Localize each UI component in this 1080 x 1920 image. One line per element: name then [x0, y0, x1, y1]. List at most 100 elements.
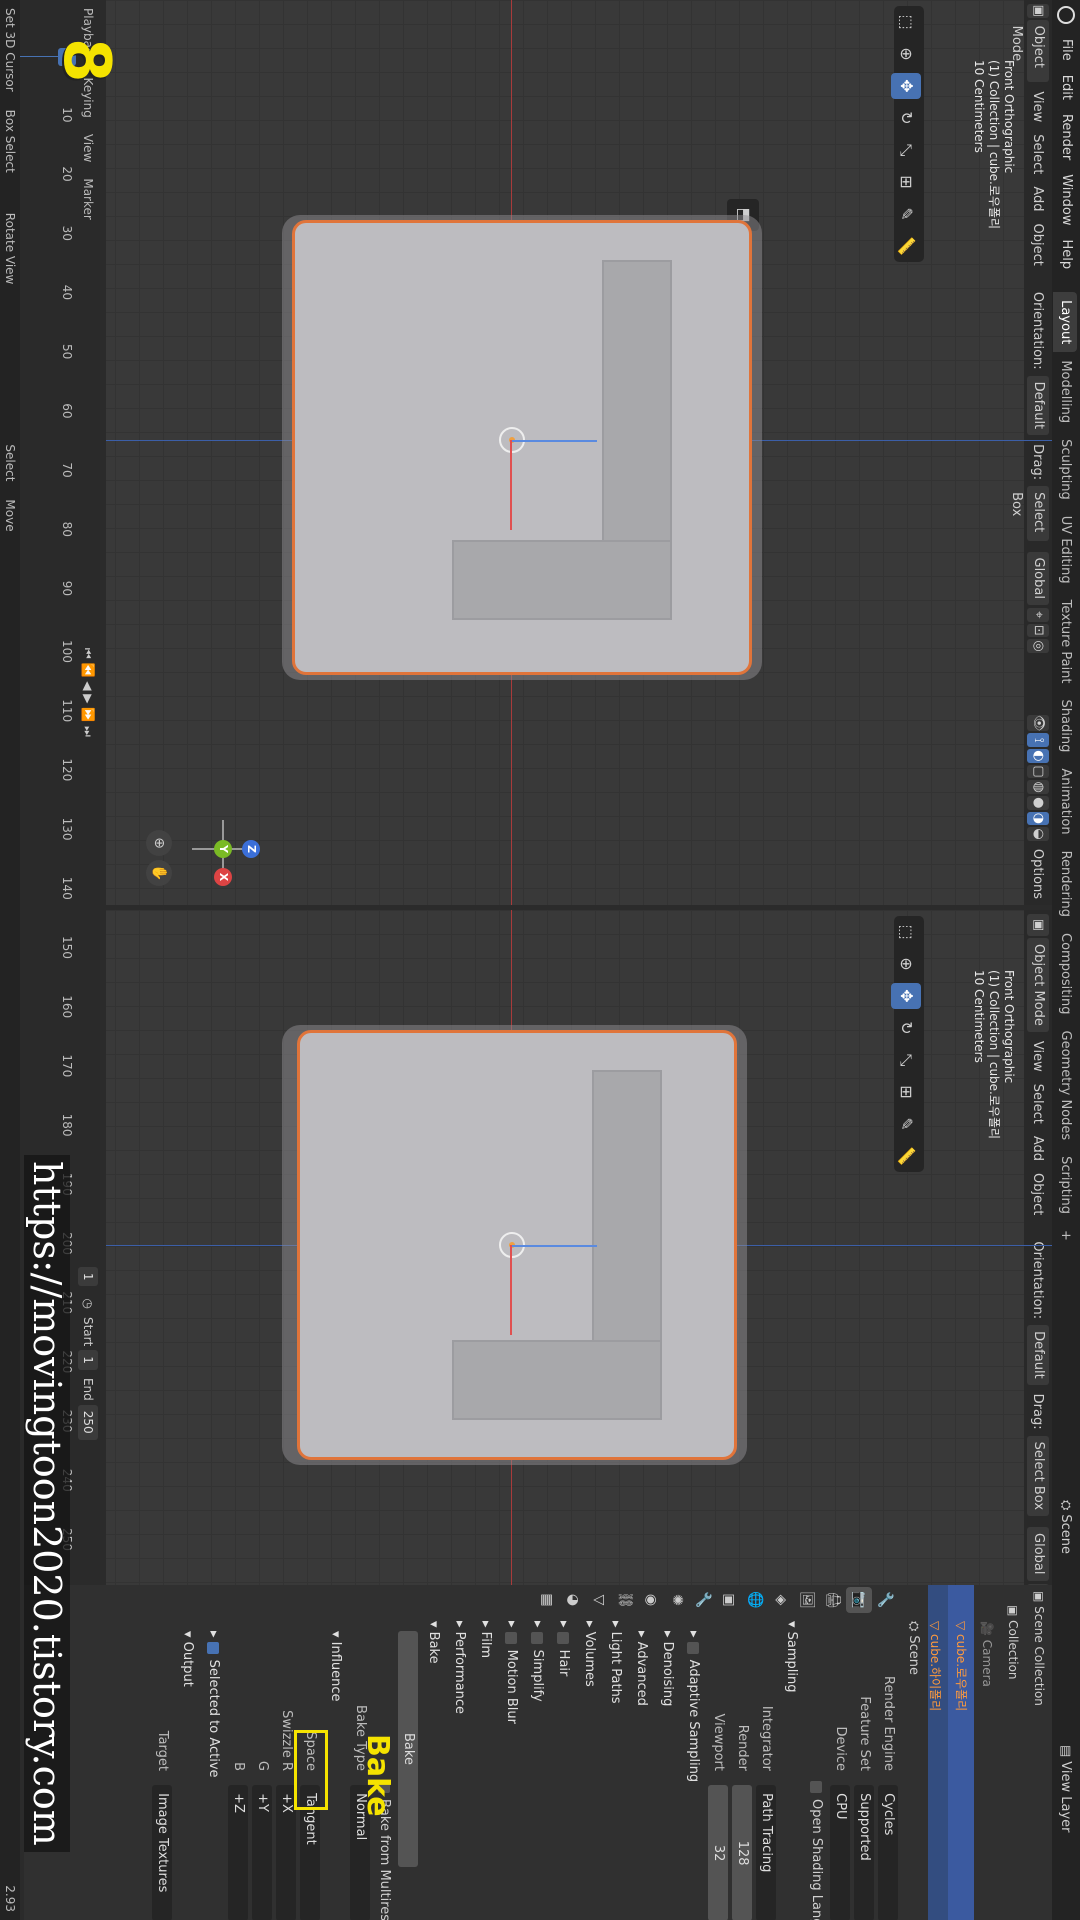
tab-shading[interactable]: Shading — [1053, 692, 1077, 761]
view-menu[interactable]: View — [1031, 1035, 1046, 1078]
constraints-tab-icon[interactable]: ⛓ — [612, 1587, 638, 1613]
device-dropdown[interactable]: CPU — [830, 1785, 851, 1920]
blender-logo-icon[interactable] — [1057, 6, 1075, 24]
volumes-section[interactable]: ▸ Volumes — [576, 1621, 602, 1920]
advanced-section[interactable]: ▸ Advanced — [628, 1621, 654, 1920]
tab-scripting[interactable]: Scripting — [1053, 1148, 1077, 1222]
transform-orientation-dropdown[interactable]: Global — [1027, 551, 1049, 605]
orientation-dropdown[interactable]: Default — [1027, 375, 1049, 436]
menu-help[interactable]: Help — [1052, 233, 1080, 277]
texture-tab-icon[interactable]: ▦ — [534, 1587, 560, 1613]
orientation-dropdown[interactable]: Default — [1027, 1325, 1049, 1385]
light-paths-section[interactable]: ▸ Light Paths — [602, 1621, 628, 1920]
selected-to-active-section[interactable]: ▸ Selected to Active — [200, 1621, 226, 1920]
move-tool-icon[interactable]: ✥ — [891, 73, 921, 99]
outliner-row-collection[interactable]: ▣ Collection — [1000, 1585, 1026, 1920]
select-menu[interactable]: Select — [1031, 1078, 1046, 1130]
world-tab-icon[interactable]: 🌐 — [742, 1587, 768, 1613]
osl-checkbox[interactable] — [810, 1781, 823, 1793]
outliner-row-lowpoly[interactable]: ▽ cube.로우폴리 — [948, 1585, 974, 1920]
mode-dropdown[interactable]: Object Mode — [1027, 938, 1049, 1032]
transform-tool-icon[interactable]: ⊞ — [891, 1079, 921, 1105]
gizmo-x-arrow[interactable] — [510, 1245, 512, 1335]
add-menu[interactable]: Add — [1031, 1130, 1046, 1167]
cursor-tool-icon[interactable]: ⊕ — [891, 41, 921, 67]
proportional-icon[interactable]: ◎ — [1027, 639, 1049, 653]
annotate-tool-icon[interactable]: ✎ — [891, 201, 921, 227]
transform-tool-icon[interactable]: ⊞ — [891, 169, 921, 195]
outliner-row-scene-collection[interactable]: ▣ Scene Collection — [1026, 1585, 1052, 1920]
pan-icon[interactable]: ✋ — [146, 860, 172, 886]
marker-menu[interactable]: Marker — [81, 170, 95, 227]
view-layer-selector[interactable]: ▤ View Layer — [1054, 1745, 1078, 1833]
render-samples-field[interactable]: 128 — [732, 1785, 753, 1920]
output-tab-icon[interactable]: 🖨 — [820, 1587, 846, 1613]
cursor-tool-icon[interactable]: ⊕ — [891, 951, 921, 977]
drag-dropdown[interactable]: Select Box — [1027, 1435, 1049, 1517]
menu-window[interactable]: Window — [1052, 167, 1080, 232]
object-menu[interactable]: Object — [1031, 1167, 1046, 1221]
menu-file[interactable]: File — [1052, 32, 1080, 68]
gizmo-icon[interactable]: ⟟ — [1027, 733, 1049, 748]
select-menu[interactable]: Select — [1031, 128, 1046, 180]
gizmo-z-arrow[interactable] — [512, 440, 597, 442]
pivot-icon[interactable]: ⌖ — [1027, 607, 1049, 622]
scene-tab-icon[interactable]: ◈ — [768, 1587, 794, 1613]
clock-icon[interactable]: ◷ — [81, 1298, 95, 1308]
view-layer-tab-icon[interactable]: 🖼 — [794, 1587, 820, 1613]
adaptive-sampling-section[interactable]: ▸ Adaptive Sampling — [680, 1621, 706, 1920]
osl-row[interactable]: Open Shading Language — [804, 1621, 828, 1920]
current-frame-field[interactable]: 1 — [78, 1266, 98, 1287]
mode-dropdown[interactable]: Object Mode — [1009, 19, 1049, 83]
gizmo-x-arrow[interactable] — [510, 440, 512, 530]
physics-tab-icon[interactable]: ◉ — [638, 1587, 664, 1613]
viewport-samples-field[interactable]: 32 — [708, 1785, 729, 1920]
render-tab-icon[interactable]: 📷 — [846, 1587, 872, 1613]
feature-set-dropdown[interactable]: Supported — [854, 1785, 875, 1920]
shading-solid-icon[interactable]: ● — [1027, 795, 1049, 810]
outliner-row-camera[interactable]: 🎥 Camera — [974, 1585, 1000, 1920]
object-menu[interactable]: Object — [1031, 218, 1046, 272]
bake-button[interactable]: Bake — [398, 1631, 419, 1867]
tab-sculpting[interactable]: Sculpting — [1053, 431, 1077, 508]
render-engine-dropdown[interactable]: Cycles — [878, 1785, 899, 1920]
view-menu[interactable]: View — [1031, 85, 1046, 128]
nav-x-icon[interactable]: X — [214, 868, 232, 886]
swizzle-b-dropdown[interactable]: +Z — [228, 1785, 249, 1920]
tweak-tool-icon[interactable]: ⬚ — [891, 919, 921, 945]
scene-selector[interactable]: ⛭ Scene — [1054, 1500, 1078, 1554]
nav-y-icon[interactable]: Y — [214, 840, 232, 858]
visibility-icon[interactable]: 👁 — [1027, 714, 1049, 732]
gizmo-z-arrow[interactable] — [512, 1245, 597, 1247]
menu-edit[interactable]: Edit — [1052, 68, 1080, 107]
object-tab-icon[interactable]: ▣ — [716, 1587, 742, 1613]
start-frame-field[interactable]: 1 — [78, 1350, 98, 1370]
nav-z-icon[interactable]: Z — [242, 840, 260, 858]
annotate-tool-icon[interactable]: ✎ — [891, 1111, 921, 1137]
swizzle-g-dropdown[interactable]: +Y — [252, 1785, 273, 1920]
integrator-dropdown[interactable]: Path Tracing — [756, 1785, 777, 1920]
performance-section[interactable]: ▸ Performance — [446, 1621, 472, 1920]
transform-orientation-dropdown[interactable]: Global — [1027, 1527, 1049, 1581]
rotate-tool-icon[interactable]: ↻ — [891, 1015, 921, 1041]
add-workspace-button[interactable]: + — [1053, 1222, 1077, 1249]
editor-type-icon[interactable]: ▣ — [1027, 4, 1049, 18]
data-tab-icon[interactable]: ▽ — [586, 1587, 612, 1613]
add-menu[interactable]: Add — [1031, 180, 1046, 217]
move-tool-icon[interactable]: ✥ — [891, 983, 921, 1009]
outliner[interactable]: ▣ Scene Collection ▣ Collection 🎥 Camera… — [922, 1585, 1052, 1920]
tab-layout[interactable]: Layout — [1053, 292, 1077, 353]
playback-controls[interactable]: ⏮ ⏪ ◀ ▶ ⏩ ⏭ — [81, 648, 96, 737]
shading-rendered-icon[interactable]: ◒ — [1027, 827, 1049, 841]
view-menu[interactable]: View — [81, 126, 95, 170]
menu-render[interactable]: Render — [1052, 107, 1080, 167]
tab-compositing[interactable]: Compositing — [1053, 925, 1077, 1023]
tab-rendering[interactable]: Rendering — [1053, 843, 1077, 925]
sampling-section[interactable]: ▾ Sampling — [778, 1621, 804, 1920]
denoising-section[interactable]: ▸ Denoising — [654, 1621, 680, 1920]
viewport-left[interactable]: ▣ Object Mode View Select Add Object Ori… — [106, 0, 1052, 905]
film-section[interactable]: ▸ Film — [472, 1621, 498, 1920]
overlay-icon[interactable]: ◐ — [1027, 749, 1049, 763]
tab-texture-paint[interactable]: Texture Paint — [1053, 592, 1077, 692]
output-section[interactable]: ▾ Output — [174, 1621, 200, 1920]
